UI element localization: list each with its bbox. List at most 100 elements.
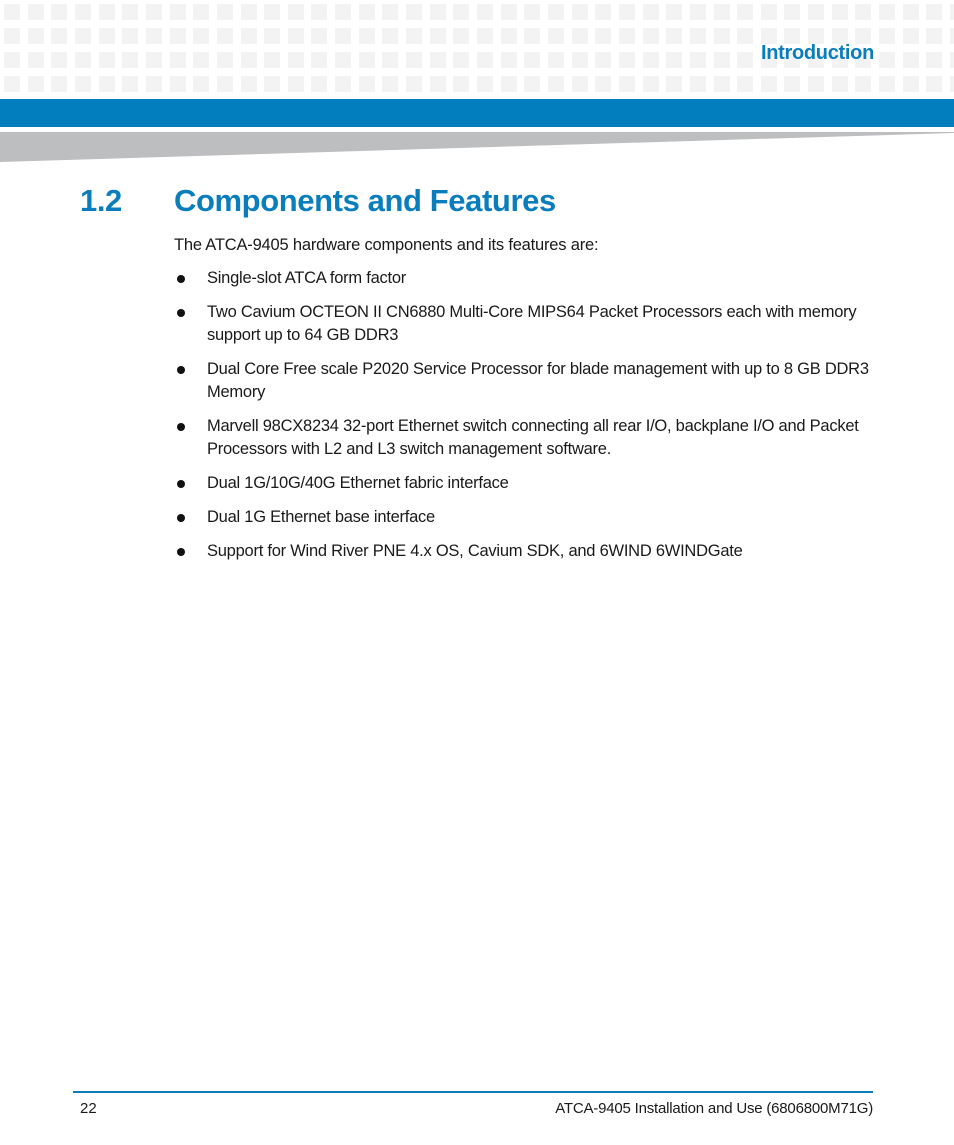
pattern-square: [74, 28, 91, 44]
pattern-square: [760, 4, 777, 20]
pattern-square: [216, 4, 233, 20]
pattern-square: [287, 52, 304, 68]
bullet-icon: [177, 274, 185, 283]
pattern-square: [547, 28, 564, 44]
pattern-square: [406, 4, 423, 20]
pattern-square: [122, 52, 139, 68]
pattern-square: [429, 76, 446, 92]
pattern-square: [453, 76, 470, 92]
pattern-square: [595, 76, 612, 92]
pattern-square: [831, 76, 848, 92]
feature-text: Marvell 98CX8234 32-port Ethernet switch…: [207, 417, 859, 458]
pattern-square: [216, 76, 233, 92]
pattern-square: [193, 52, 210, 68]
pattern-square: [784, 76, 801, 92]
pattern-square: [902, 4, 919, 20]
pattern-square: [808, 4, 825, 20]
pattern-square: [571, 76, 588, 92]
pattern-square: [666, 28, 683, 44]
feature-text: Two Cavium OCTEON II CN6880 Multi-Core M…: [207, 303, 857, 344]
gray-wedge-shape: [0, 132, 954, 162]
pattern-square: [311, 4, 328, 20]
pattern-square: [689, 28, 706, 44]
pattern-square: [240, 76, 257, 92]
pattern-square: [429, 52, 446, 68]
pattern-square: [51, 52, 68, 68]
pattern-square: [453, 28, 470, 44]
pattern-square: [74, 76, 91, 92]
page-number: 22: [80, 1100, 97, 1117]
footer-document-title: ATCA-9405 Installation and Use (6806800M…: [555, 1100, 873, 1117]
pattern-square: [311, 76, 328, 92]
pattern-square: [808, 76, 825, 92]
pattern-square: [595, 52, 612, 68]
section-title: Components and Features: [174, 183, 556, 218]
pattern-square: [642, 4, 659, 20]
pattern-square: [618, 76, 635, 92]
feature-item: Support for Wind River PNE 4.x OS, Caviu…: [174, 540, 884, 563]
pattern-square: [145, 4, 162, 20]
pattern-square: [737, 76, 754, 92]
pattern-square: [169, 52, 186, 68]
pattern-square: [145, 28, 162, 44]
pattern-square: [524, 52, 541, 68]
pattern-square: [618, 4, 635, 20]
pattern-square: [618, 28, 635, 44]
pattern-square: [240, 28, 257, 44]
pattern-square: [74, 4, 91, 20]
pattern-square: [713, 4, 730, 20]
pattern-square: [216, 28, 233, 44]
pattern-square: [547, 4, 564, 20]
feature-text: Dual 1G/10G/40G Ethernet fabric interfac…: [207, 474, 509, 492]
pattern-square: [666, 4, 683, 20]
pattern-square: [287, 4, 304, 20]
pattern-square: [926, 28, 943, 44]
pattern-square: [453, 52, 470, 68]
pattern-square: [500, 28, 517, 44]
pattern-square: [926, 76, 943, 92]
pattern-square: [264, 4, 281, 20]
pattern-square: [406, 52, 423, 68]
pattern-square: [169, 28, 186, 44]
pattern-square: [950, 4, 954, 20]
pattern-square: [122, 4, 139, 20]
bullet-icon: [177, 422, 185, 431]
pattern-square: [477, 4, 493, 20]
pattern-square: [193, 4, 210, 20]
pattern-square: [122, 28, 139, 44]
pattern-square: [382, 76, 399, 92]
pattern-square: [98, 4, 115, 20]
pattern-square: [4, 4, 20, 20]
pattern-square: [879, 28, 896, 44]
pattern-square: [429, 28, 446, 44]
pattern-square: [311, 28, 328, 44]
pattern-square: [666, 52, 683, 68]
pattern-square: [145, 76, 162, 92]
pattern-square: [477, 76, 493, 92]
pattern-square: [358, 4, 375, 20]
pattern-square: [689, 52, 706, 68]
pattern-square: [169, 76, 186, 92]
feature-item: Dual 1G/10G/40G Ethernet fabric interfac…: [174, 472, 884, 495]
pattern-square: [27, 4, 44, 20]
pattern-square: [618, 52, 635, 68]
feature-item: Dual Core Free scale P2020 Service Proce…: [174, 358, 884, 404]
feature-item: Marvell 98CX8234 32-port Ethernet switch…: [174, 415, 884, 461]
pattern-square: [51, 28, 68, 44]
bullet-icon: [177, 365, 185, 374]
pattern-square: [713, 52, 730, 68]
pattern-square: [926, 4, 943, 20]
pattern-square: [4, 28, 20, 44]
pattern-square: [902, 52, 919, 68]
pattern-square: [879, 76, 896, 92]
pattern-square: [642, 28, 659, 44]
header-gray-wedge: [0, 132, 954, 162]
pattern-square: [477, 52, 493, 68]
pattern-square: [287, 28, 304, 44]
pattern-square: [240, 52, 257, 68]
pattern-square: [713, 28, 730, 44]
pattern-square: [4, 52, 20, 68]
pattern-square: [571, 4, 588, 20]
pattern-square: [240, 4, 257, 20]
pattern-square: [524, 4, 541, 20]
